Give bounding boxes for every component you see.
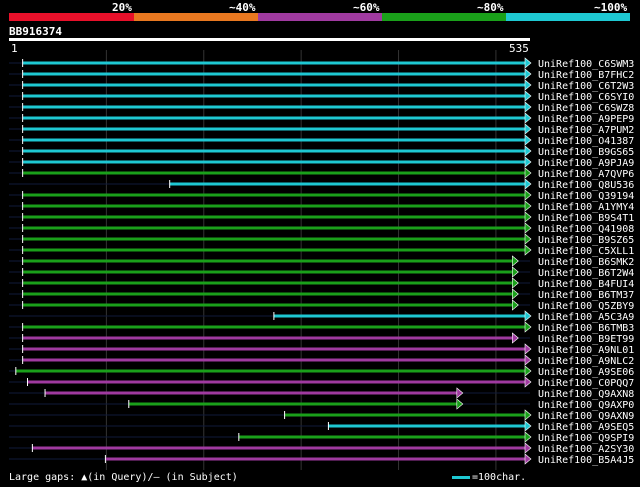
hit-arrow xyxy=(524,365,532,377)
hit-label: UniRef100_B6SMK2 xyxy=(538,257,634,268)
alignment-chart: UniRef100_C6SWM3UniRef100_B7FHC2UniRef10… xyxy=(9,50,634,470)
hit-label: UniRef100_C6SWM3 xyxy=(538,59,634,70)
hit-arrow xyxy=(524,222,532,234)
hit-label: UniRef100_B9GS65 xyxy=(538,147,634,158)
hit-label: UniRef100_Q9SPI9 xyxy=(538,433,634,444)
hit-arrow xyxy=(524,134,532,146)
hit-arrow xyxy=(524,68,532,80)
hit-label: UniRef100_A1YMY4 xyxy=(538,202,634,213)
gap-legend: Large gaps: ▲(in Query)/– (in Subject) xyxy=(9,472,238,483)
hit-label: UniRef100_Q41908 xyxy=(538,224,634,235)
hit-label: UniRef100_B6TMB3 xyxy=(538,323,634,334)
hit-label: UniRef100_B7FHC2 xyxy=(538,70,634,81)
hit-arrow xyxy=(524,354,532,366)
hit-arrow xyxy=(512,299,519,311)
hit-label: UniRef100_Q8U536 xyxy=(538,180,634,191)
hit-arrow xyxy=(524,376,532,388)
hit-label: UniRef100_A2SY30 xyxy=(538,444,634,455)
hit-arrow xyxy=(524,442,532,454)
hit-label: UniRef100_C6SWZ8 xyxy=(538,103,634,114)
hit-arrow xyxy=(524,343,532,355)
hit-arrow xyxy=(524,167,532,179)
hit-label: UniRef100_B9SZ65 xyxy=(538,235,634,246)
hit-arrow xyxy=(524,409,532,421)
hit-arrow xyxy=(512,266,519,278)
hit-label: UniRef100_A9NLC2 xyxy=(538,356,634,367)
hit-label: UniRef100_Q9AXP0 xyxy=(538,400,634,411)
hit-label: UniRef100_Q39194 xyxy=(538,191,634,202)
hit-label: UniRef100_B6TM37 xyxy=(538,290,634,301)
hit-arrow xyxy=(512,255,519,267)
hit-arrow xyxy=(524,112,532,124)
hit-arrow xyxy=(512,277,519,289)
hit-label: UniRef100_A9PEP9 xyxy=(538,114,634,125)
hit-label: UniRef100_C6SYI0 xyxy=(538,92,634,103)
hit-arrow xyxy=(524,189,532,201)
hit-label: UniRef100_C5XLL1 xyxy=(538,246,634,257)
hit-label: UniRef100_B9ET99 xyxy=(538,334,634,345)
hit-arrow xyxy=(524,321,532,333)
hit-label: UniRef100_A9PJA9 xyxy=(538,158,634,169)
hit-arrow xyxy=(524,233,532,245)
hit-label: UniRef100_A5C3A9 xyxy=(538,312,634,323)
hit-label: UniRef100_A7PUM2 xyxy=(538,125,634,136)
scale-legend: =100char. xyxy=(452,472,526,483)
hit-arrow xyxy=(524,211,532,223)
hit-arrow xyxy=(524,57,532,69)
hit-arrow xyxy=(524,310,532,322)
hit-label: UniRef100_A7QVP6 xyxy=(538,169,634,180)
hit-label: UniRef100_C0PQQ7 xyxy=(538,378,634,389)
hit-arrow xyxy=(456,398,464,410)
scale-swatch xyxy=(452,475,470,479)
hit-label: UniRef100_A9SE06 xyxy=(538,367,634,378)
hit-label: UniRef100_A9NL01 xyxy=(538,345,634,356)
hit-arrow xyxy=(512,288,519,300)
hit-label: UniRef100_Q5ZBY9 xyxy=(538,301,634,312)
hit-arrow xyxy=(524,431,532,443)
hit-label: UniRef100_B5A4J5 xyxy=(538,455,634,466)
scale-label: =100char. xyxy=(472,472,527,483)
hit-arrow xyxy=(524,178,532,190)
hit-arrow xyxy=(524,79,532,91)
hit-arrow xyxy=(524,420,532,432)
hit-label: UniRef100_Q9AXN8 xyxy=(538,389,634,400)
hit-arrow xyxy=(524,101,532,113)
hit-label: UniRef100_Q9AXN9 xyxy=(538,411,634,422)
hit-label: UniRef100_B4FUI4 xyxy=(538,279,634,290)
hit-label: UniRef100_O41387 xyxy=(538,136,634,147)
hit-arrow xyxy=(524,244,532,256)
hit-arrow xyxy=(524,200,532,212)
hit-arrow xyxy=(512,332,519,344)
hit-label: UniRef100_B6T2W4 xyxy=(538,268,634,279)
hit-arrow xyxy=(524,90,532,102)
hit-arrow xyxy=(524,156,532,168)
hit-label: UniRef100_B9S4T1 xyxy=(538,213,634,224)
hit-arrow xyxy=(524,453,532,465)
hit-arrow xyxy=(524,123,532,135)
hit-arrow xyxy=(524,145,532,157)
hit-label: UniRef100_C6T2W3 xyxy=(538,81,634,92)
hit-arrow xyxy=(456,387,464,399)
hit-label: UniRef100_A9SEQ5 xyxy=(538,422,634,433)
